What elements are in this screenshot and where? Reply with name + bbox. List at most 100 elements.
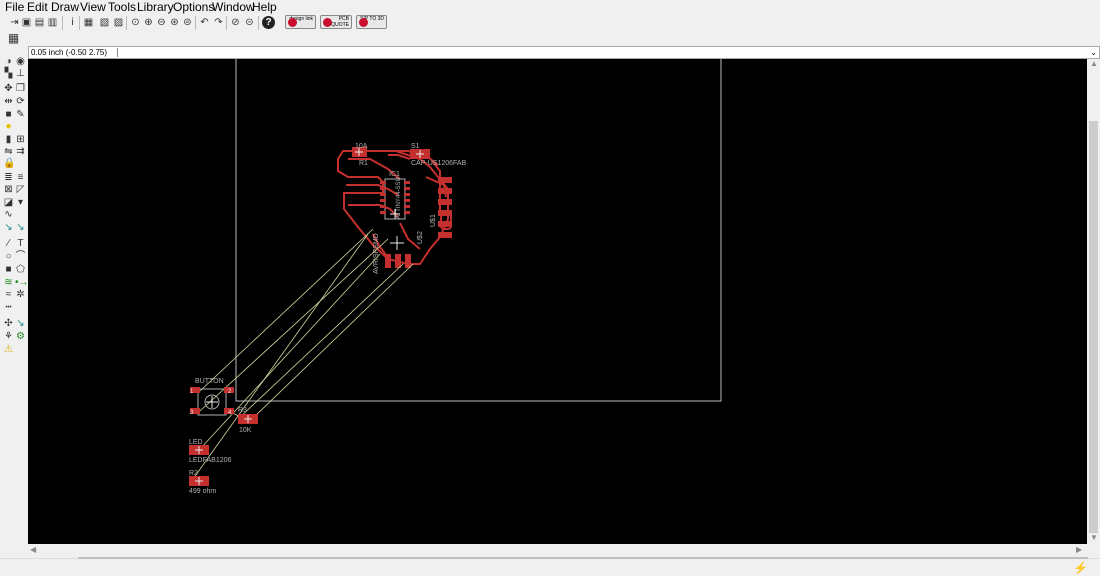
add-icon[interactable]: ⊞ [15,134,26,145]
redraw-icon[interactable]: ⊜ [181,16,194,29]
print-icon[interactable]: ▤ [33,16,46,29]
scroll-up-icon[interactable]: ▲ [1090,59,1098,68]
help-icon[interactable]: ? [262,16,275,29]
stop-icon[interactable]: ⊘ [229,16,242,29]
ic1-value: ATTINY44-SSU [396,177,402,219]
split-icon[interactable]: ◪ [3,197,14,208]
go-icon[interactable]: ⊝ [243,16,256,29]
designlink-button[interactable]: design link [285,15,316,29]
main-toolbar: ⇥ ▣ ▤ ▥ ⅰ ▦ ▧ ▨ ⊙ ⊕ ⊖ ⊛ ⊜ ↶ ↷ ⊘ ⊝ ? desi… [0,15,1100,31]
vertical-scroll-thumb[interactable] [1089,121,1098,533]
ulp-icon[interactable]: ▦ [82,16,95,29]
smash-icon[interactable]: ⊠ [3,184,14,195]
scroll-right-icon[interactable]: ▶ [1076,545,1082,554]
toolbar-divider [79,16,80,30]
board-icon[interactable]: ▨ [112,16,125,29]
optimize-icon[interactable]: ▾ [15,197,26,208]
delete-icon[interactable]: ▮ [3,134,14,145]
scroll-left-icon[interactable]: ◀ [30,545,36,554]
undo-icon[interactable]: ↶ [198,16,211,29]
via-icon[interactable]: ≋ [3,277,14,288]
menu-help[interactable]: Help [252,1,277,14]
meander-icon[interactable]: ∿ [3,209,14,220]
replace-icon[interactable]: ⇉ [15,146,26,157]
horizontal-scroll-thumb[interactable] [78,557,1088,559]
vertical-scrollbar[interactable]: ▲ ▼ [1087,59,1100,544]
menu-view[interactable]: View [80,1,106,14]
menu-file[interactable]: File [5,1,24,14]
lock-icon[interactable]: 🔒 [3,158,15,169]
change-icon[interactable]: ✎ [15,109,26,120]
copper-traces [337,150,449,265]
rotate-icon[interactable]: ⟳ [15,96,26,107]
route-icon[interactable]: ↘ [3,222,14,233]
sip-to-3d-button[interactable]: SIP TO 3D [356,15,387,29]
sip-to-3d-logo-icon [359,18,368,27]
dimension-icon[interactable]: ┅ [3,302,14,313]
info-icon[interactable]: ◑ [3,56,14,67]
menu-library[interactable]: Library [137,1,174,14]
board-canvas[interactable]: 10A R1 S1 CAP-US1206FAB IC1 ATTINY44-SSU… [28,59,1087,544]
pcb-quote-label: PCB QUOTE [331,16,349,28]
menu-options[interactable]: Options [173,1,214,14]
erc-icon[interactable]: ⚘ [3,331,14,342]
menu-draw[interactable]: Draw [51,1,79,14]
value-icon[interactable]: ≡ [15,172,26,183]
command-line: 0.05 inch (-0.50 2.75) ⌄ [28,46,1100,59]
redo-icon[interactable]: ↷ [212,16,225,29]
wire-icon[interactable]: ∕ [3,238,14,249]
errors-icon[interactable]: ⚠ [3,344,14,355]
r2-name: R2 [189,470,198,477]
ripup-icon[interactable]: ↘ [15,222,26,233]
grid-icon[interactable]: ▦ [7,32,20,45]
toolbar-divider [62,16,63,30]
menu-edit[interactable]: Edit [27,1,48,14]
scroll-down-icon[interactable]: ▼ [1090,533,1098,542]
arc-icon[interactable]: ⌒ [15,251,26,262]
copy-icon[interactable]: ❐ [15,83,26,94]
group-icon[interactable]: ■ [3,109,14,120]
save-icon[interactable]: ▣ [20,16,33,29]
r2-value: 499 ohm [189,488,216,495]
avrisp-label: AVRISPSMD [373,233,380,274]
parameter-toolbar: ▦ [0,31,1100,46]
zoom-in-icon[interactable]: ⊕ [142,16,155,29]
polygon-icon[interactable]: ⬠ [15,264,26,275]
mirror-icon[interactable]: ⇹ [3,96,14,107]
hole-icon[interactable]: ≈ [3,289,14,300]
pinswap-icon[interactable]: ⇋ [3,146,14,157]
zoom-out-icon[interactable]: ⊖ [155,16,168,29]
chevron-down-icon[interactable]: ⌄ [1090,48,1097,57]
menu-tools[interactable]: Tools [108,1,136,14]
toolbar-divider [195,16,196,30]
script-icon[interactable]: ⅰ [66,16,79,29]
horizontal-scrollbar[interactable]: ◀ ▶ [28,544,1087,557]
attribute-icon[interactable]: ✲ [15,289,26,300]
r1-name: R1 [359,160,368,167]
rectangle-icon[interactable]: ■ [3,264,14,275]
miter-icon[interactable]: ◸ [15,184,26,195]
name-icon[interactable]: ≣ [3,172,14,183]
schematic-icon[interactable]: ▧ [98,16,111,29]
drc-icon[interactable]: ⚙ [15,331,26,342]
u1-label: U$1 [430,214,437,227]
status-bar: ⚡ [0,557,1100,576]
paste-icon[interactable]: ● [3,121,14,132]
pcb-quote-button[interactable]: PCB QUOTE [320,15,352,29]
text-icon[interactable]: T [15,238,26,249]
display-icon[interactable]: ▚ [3,68,14,79]
menu-window[interactable]: Window [212,1,255,14]
signal-icon[interactable]: •→ [15,277,29,288]
mark-icon[interactable]: ⊥ [15,68,26,79]
command-input[interactable] [121,47,1081,58]
move-icon[interactable]: ✥ [3,83,14,94]
avrisp-pads[interactable] [385,254,411,268]
zoom-fit-icon[interactable]: ⊙ [129,16,142,29]
ratsnest-icon[interactable]: ✣ [3,318,14,329]
circle-icon[interactable]: ○ [3,251,14,262]
zoom-select-icon[interactable]: ⊛ [168,16,181,29]
cam-icon[interactable]: ▥ [46,16,59,29]
autorouter-icon[interactable]: ↘ [15,318,26,329]
ic1-name: IC1 [389,171,400,178]
show-icon[interactable]: ◉ [15,56,26,67]
